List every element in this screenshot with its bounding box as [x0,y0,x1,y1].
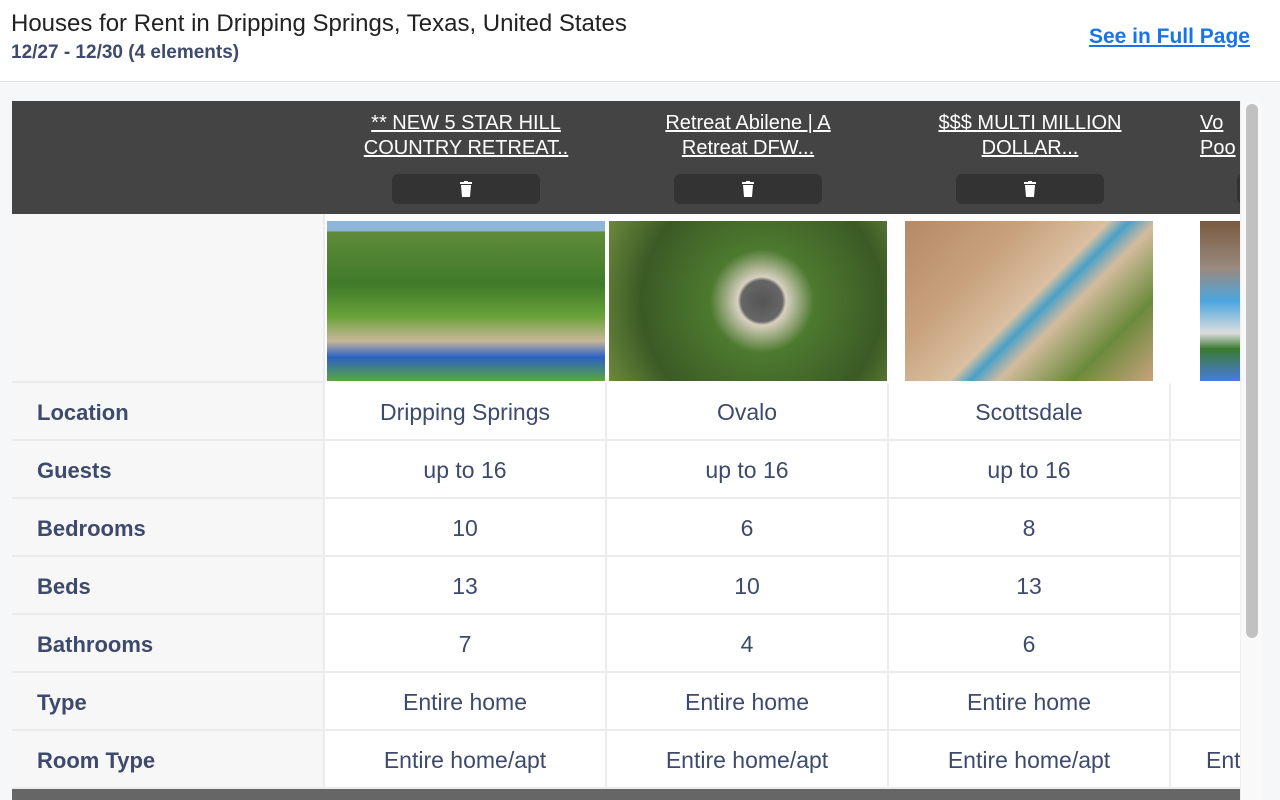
row-label: Bathrooms [12,615,325,673]
listing-photo-4[interactable] [1200,221,1240,381]
listing-column-header: $$$ MULTI MILLION DOLLAR... [889,101,1171,214]
horizontal-scrollbar[interactable] [12,789,1240,800]
table-cell: Entire home/apt [607,731,889,789]
top-bar: Houses for Rent in Dripping Springs, Tex… [0,0,1280,82]
table-row: Guests up to 16 up to 16 up to 16 [12,441,1240,499]
table-cell: Dripping Springs [325,383,607,441]
row-label: Type [12,673,325,731]
table-cell: 4 [607,615,889,673]
delete-button[interactable] [956,174,1104,204]
table-cell: Entire home/apt [889,731,1171,789]
table-cell [1170,499,1240,557]
trash-icon [742,181,754,197]
listing-photo-2[interactable] [609,221,887,381]
date-range-subtitle: 12/27 - 12/30 (4 elements) [11,42,240,63]
table-cell: Entire home/apt [1170,731,1240,789]
table-row: Room Type Entire home/apt Entire home/apt E… [12,731,1240,789]
table-cell: up to 16 [325,441,607,499]
table-cell: up to 16 [889,441,1171,499]
listing-photo-3[interactable] [905,221,1153,381]
table-cell [1170,441,1240,499]
table-cell: Ovalo [607,383,889,441]
table-cell: Scottsdale [889,383,1171,441]
listing-column-header: Retreat Abilene | A Retreat DFW... [607,101,889,214]
comparison-table: ** NEW 5 STAR HILL COUNTRY RETREAT.. Ret… [12,101,1240,800]
table-cell: up to 16 [607,441,889,499]
table-cell: 13 [889,557,1171,615]
delete-button[interactable] [392,174,540,204]
row-label: Beds [12,557,325,615]
row-label: Bedrooms [12,499,325,557]
table-cell: 10 [325,499,607,557]
see-in-full-page-link[interactable]: See in Full Page [1089,25,1250,49]
table-row: Type Entire home Entire home Entire home [12,673,1240,731]
delete-button[interactable] [674,174,822,204]
table-row: Location Dripping Springs Ovalo Scottsdale [12,383,1240,441]
listing-column-header: Vo Poo [1170,101,1240,214]
image-row-label-cell [12,214,325,383]
table-cell [1170,673,1240,731]
table-cell: 7 [325,615,607,673]
page-title: Houses for Rent in Dripping Springs, Tex… [11,10,627,37]
table-cell [1170,557,1240,615]
listing-title-link[interactable]: ** NEW 5 STAR HILL COUNTRY RETREAT.. [345,111,587,161]
image-row [12,214,1240,383]
table-row: Bathrooms 7 4 6 [12,615,1240,673]
table-cell [1170,383,1240,441]
trash-icon [1024,181,1036,197]
scrollbar-thumb[interactable] [1246,104,1258,638]
table-cell [1170,615,1240,673]
row-label: Room Type [12,731,325,789]
table-cell: Entire home [325,673,607,731]
listing-title-link[interactable]: Retreat Abilene | A Retreat DFW... [627,111,869,161]
row-label: Location [12,383,325,441]
vertical-scrollbar[interactable] [1240,101,1262,800]
table-cell: Entire home [607,673,889,731]
table-cell: 6 [607,499,889,557]
row-label: Guests [12,441,325,499]
table-cell: 13 [325,557,607,615]
listing-column-header: ** NEW 5 STAR HILL COUNTRY RETREAT.. [325,101,607,214]
table-row: Bedrooms 10 6 8 [12,499,1240,557]
table-cell: 8 [889,499,1171,557]
trash-icon [460,181,472,197]
table-cell: Entire home/apt [325,731,607,789]
table-header: ** NEW 5 STAR HILL COUNTRY RETREAT.. Ret… [12,101,1240,214]
table-row: Beds 13 10 13 [12,557,1240,615]
listing-title-link[interactable]: Vo Poo [1200,111,1236,161]
table-cell: Entire home [889,673,1171,731]
table-cell: 10 [607,557,889,615]
listing-title-link[interactable]: $$$ MULTI MILLION DOLLAR... [909,111,1151,161]
listing-photo-1[interactable] [327,221,605,381]
table-cell: 6 [889,615,1171,673]
